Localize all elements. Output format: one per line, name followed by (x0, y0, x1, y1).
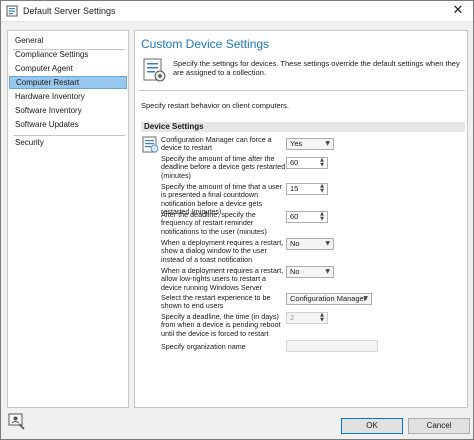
stepper-value: 60 (290, 158, 299, 167)
stepper-value: 60 (290, 212, 299, 221)
chevron-down-icon: ▼ (363, 295, 368, 302)
setting-label-organization-name: Specify organization name (161, 342, 246, 351)
organization-name-field[interactable] (286, 340, 378, 352)
stepper-down-icon[interactable]: ▼ (318, 163, 326, 168)
settings-nav: General Compliance Settings Computer Age… (7, 30, 129, 408)
setting-label-pending-reboot-deadline: Specify a deadline, the time (in days) f… (161, 312, 281, 338)
restart-settings-icon (142, 136, 159, 153)
select-value: Yes (290, 139, 303, 148)
select-value: No (290, 267, 300, 276)
cancel-button[interactable]: Cancel (408, 418, 470, 434)
chevron-down-icon: ▼ (325, 240, 330, 247)
settings-document-icon (143, 58, 166, 82)
stepper-value: 15 (290, 184, 299, 193)
nav-item-software-inventory[interactable]: Software Inventory (9, 104, 127, 117)
restart-experience-select[interactable]: Configuration Manager ▼ (286, 293, 372, 305)
nav-item-general[interactable]: General (9, 34, 127, 47)
reminder-frequency-stepper[interactable]: 60 ▲ ▼ (286, 211, 328, 223)
section-description: Specify restart behavior on client compu… (141, 101, 289, 110)
settings-app-icon (6, 5, 18, 17)
final-countdown-stepper[interactable]: 15 ▲ ▼ (286, 183, 328, 195)
nav-item-computer-restart[interactable]: Computer Restart (9, 76, 127, 89)
restart-after-deadline-stepper[interactable]: 60 ▲ ▼ (286, 157, 328, 169)
ok-button[interactable]: OK (341, 418, 403, 434)
dialog-window-select[interactable]: No ▼ (286, 238, 334, 250)
nav-item-hardware-inventory[interactable]: Hardware Inventory (9, 90, 127, 103)
chevron-down-icon: ▼ (325, 140, 330, 147)
setting-label-force-restart: Configuration Manager can force a device… (161, 135, 272, 153)
nav-item-security[interactable]: Security (9, 136, 127, 149)
group-header: Device Settings (141, 122, 465, 132)
panel-description: Specify the settings for devices. These … (173, 59, 460, 77)
setting-label-low-rights-restart: When a deployment requires a restart, al… (161, 266, 284, 292)
dialog-window: Default Server Settings ✕ General Compli… (0, 0, 474, 440)
stepper-down-icon: ▼ (320, 317, 324, 323)
panel-divider (139, 90, 465, 91)
settings-panel: Custom Device Settings Specify the setti… (134, 30, 468, 408)
low-rights-restart-select[interactable]: No ▼ (286, 266, 334, 278)
stepper-down-icon[interactable]: ▼ (318, 217, 326, 222)
title-bar: Default Server Settings ✕ (1, 1, 473, 22)
page-title: Custom Device Settings (141, 37, 270, 51)
help-user-icon[interactable] (8, 413, 26, 431)
force-restart-select[interactable]: Yes ▼ (286, 138, 334, 150)
setting-label-restart-after-deadline: Specify the amount of time after the dea… (161, 154, 286, 180)
select-value: No (290, 239, 300, 248)
stepper-value: 2 (290, 313, 295, 322)
chevron-down-icon: ▼ (325, 268, 330, 275)
nav-item-compliance-settings[interactable]: Compliance Settings (9, 48, 127, 61)
select-value: Configuration Manager (290, 294, 367, 303)
setting-label-restart-experience: Select the restart experience to be show… (161, 293, 271, 311)
nav-item-computer-agent[interactable]: Computer Agent (9, 62, 127, 75)
close-icon[interactable]: ✕ (447, 3, 469, 19)
setting-label-dialog-window: When a deployment requires a restart, sh… (161, 238, 284, 264)
window-title: Default Server Settings (23, 6, 116, 16)
nav-item-software-updates[interactable]: Software Updates (9, 118, 127, 131)
pending-reboot-deadline-stepper: 2 ▲ ▼ (286, 312, 328, 324)
stepper-down-icon[interactable]: ▼ (318, 189, 326, 194)
setting-label-reminder-frequency: After the deadline, specify the frequenc… (161, 210, 267, 236)
